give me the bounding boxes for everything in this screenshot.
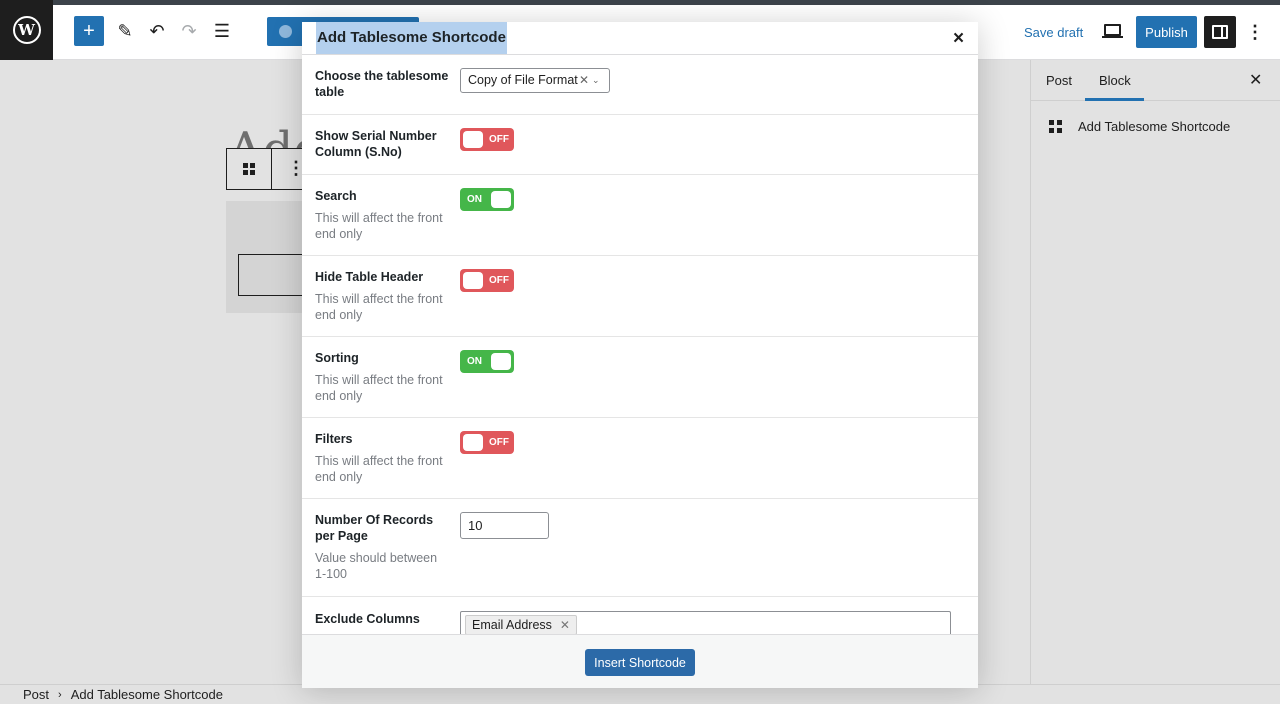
modal-footer: Insert Shortcode (302, 634, 978, 688)
close-icon[interactable]: × (953, 28, 964, 50)
toggle-knob (463, 434, 483, 451)
toggle-knob (491, 191, 511, 208)
field-row-hide-header: Hide Table Header This will affect the f… (302, 256, 978, 337)
field-description: This will affect the front end only (315, 454, 443, 484)
field-label: Hide Table Header (315, 270, 424, 284)
wordpress-logo-icon[interactable]: W (0, 0, 53, 60)
settings-sidebar-toggle[interactable] (1204, 16, 1236, 48)
toggle-state: ON (467, 194, 482, 205)
column-tag: Email Address ✕ (465, 615, 577, 634)
field-row-sorting: Sorting This will affect the front end o… (302, 337, 978, 418)
records-per-page-input[interactable] (460, 512, 549, 539)
document-bar-icon (279, 25, 292, 38)
search-toggle[interactable]: ON (460, 188, 514, 211)
document-overview-icon[interactable]: ☰ (207, 16, 237, 46)
tools-pencil-icon[interactable]: ✎ (110, 16, 140, 46)
field-description: Value should between 1-100 (315, 551, 438, 581)
chevron-down-icon[interactable]: ⌄ (592, 69, 600, 92)
remove-tag-icon[interactable]: ✕ (560, 616, 570, 634)
block-type-icon[interactable] (243, 163, 255, 175)
close-sidebar-icon[interactable]: ✕ (1249, 70, 1262, 90)
chevron-right-icon: › (58, 688, 62, 701)
field-label: Exclude Columns (315, 612, 420, 626)
breadcrumb-post[interactable]: Post (23, 687, 49, 702)
field-row-records: Number Of Records per Page Value should … (302, 499, 978, 597)
toggle-knob (463, 131, 483, 148)
toggle-knob (463, 272, 483, 289)
field-description: This will affect the front end only (315, 211, 443, 241)
preview-icon[interactable] (1102, 24, 1123, 38)
table-select[interactable]: Copy of File Format ✕ ⌄ (460, 68, 610, 93)
filters-toggle[interactable]: OFF (460, 431, 514, 454)
shortcode-modal: Add Tablesome Shortcode × Choose the tab… (302, 22, 978, 688)
field-row-exclude: Exclude Columns Email Address ✕ (302, 597, 978, 634)
field-label: Number Of Records per Page (315, 513, 434, 543)
field-label: Sorting (315, 351, 359, 365)
publish-button[interactable]: Publish (1136, 16, 1197, 48)
sorting-toggle[interactable]: ON (460, 350, 514, 373)
field-label: Choose the tablesome table (315, 69, 449, 99)
toggle-state: OFF (489, 134, 509, 145)
breadcrumb-block[interactable]: Add Tablesome Shortcode (71, 687, 223, 702)
field-row-table: Choose the tablesome table Copy of File … (302, 55, 978, 115)
field-row-serial: Show Serial Number Column (S.No) OFF (302, 115, 978, 175)
field-label: Filters (315, 432, 353, 446)
toggle-state: OFF (489, 437, 509, 448)
block-card-title: Add Tablesome Shortcode (1078, 119, 1231, 134)
modal-title: Add Tablesome Shortcode (316, 22, 507, 54)
add-block-button[interactable]: + (74, 16, 104, 46)
field-row-filters: Filters This will affect the front end o… (302, 418, 978, 499)
tab-block[interactable]: Block (1099, 73, 1131, 88)
sidebar-icon (1212, 25, 1228, 39)
active-tab-indicator (1085, 98, 1144, 101)
toggle-state: OFF (489, 275, 509, 286)
toggle-state: ON (467, 356, 482, 367)
table-select-value: Copy of File Format (468, 73, 578, 87)
settings-sidebar: Post Block ✕ Add Tablesome Shortcode (1030, 60, 1280, 684)
field-description: This will affect the front end only (315, 292, 443, 322)
block-grid-icon (1049, 120, 1062, 133)
clear-selection-icon[interactable]: ✕ (579, 69, 589, 92)
field-row-search: Search This will affect the front end on… (302, 175, 978, 256)
modal-body: Choose the tablesome table Copy of File … (302, 55, 978, 634)
redo-icon[interactable]: ↷ (174, 16, 204, 46)
toggle-knob (491, 353, 511, 370)
save-draft-button[interactable]: Save draft (1024, 25, 1083, 40)
sidebar-tabs: Post Block ✕ (1031, 60, 1280, 101)
block-card: Add Tablesome Shortcode (1049, 119, 1230, 134)
modal-header: Add Tablesome Shortcode × (302, 22, 978, 55)
block-toolbar: ⋮ (226, 148, 314, 190)
field-label: Show Serial Number Column (S.No) (315, 129, 437, 159)
exclude-columns-input[interactable]: Email Address ✕ (460, 611, 951, 634)
options-menu-icon[interactable]: ⋮ (1246, 20, 1264, 44)
hide-header-toggle[interactable]: OFF (460, 269, 514, 292)
column-tag-label: Email Address (472, 618, 552, 632)
tab-post[interactable]: Post (1046, 73, 1072, 88)
serial-number-toggle[interactable]: OFF (460, 128, 514, 151)
field-description: This will affect the front end only (315, 373, 443, 403)
field-label: Search (315, 189, 357, 203)
undo-icon[interactable]: ↶ (142, 16, 172, 46)
insert-shortcode-button[interactable]: Insert Shortcode (585, 649, 695, 676)
